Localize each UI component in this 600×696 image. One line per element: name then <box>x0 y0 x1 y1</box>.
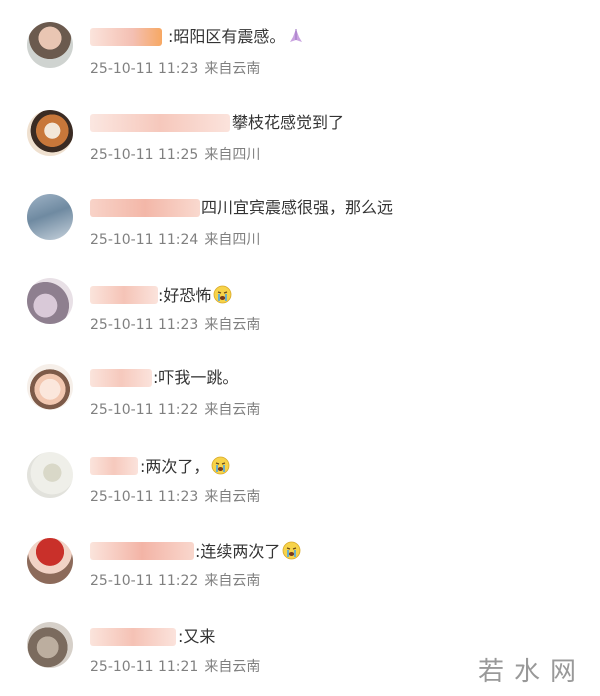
avatar[interactable] <box>27 194 73 240</box>
comment-meta: 25-10-11 11:23 来自云南 <box>90 60 260 78</box>
comment-text: :昭阳区有震感。 <box>168 27 305 50</box>
avatar[interactable] <box>27 110 73 156</box>
username-blurred[interactable] <box>90 286 158 304</box>
comment-location: 来自云南 <box>204 489 261 505</box>
comment-item: 攀枝花感觉到了 25-10-11 11:25 来自四川 <box>0 84 600 168</box>
comment-location: 来自云南 <box>204 659 261 675</box>
comment-location: 来自云南 <box>204 61 261 77</box>
comment-time: 25-10-11 11:22 <box>90 402 199 418</box>
comment-time: 25-10-11 11:23 <box>90 61 199 77</box>
comment-text: :又来 <box>178 627 216 646</box>
comment-time: 25-10-11 11:23 <box>90 317 199 333</box>
username-blurred[interactable] <box>90 199 200 217</box>
comment-item: :昭阳区有震感。 25-10-11 11:23 来自云南 <box>0 0 600 84</box>
comment-meta: 25-10-11 11:23 来自云南 <box>90 316 260 334</box>
comment-time: 25-10-11 11:25 <box>90 147 199 163</box>
username-blurred[interactable] <box>90 369 152 387</box>
comment-location: 来自云南 <box>204 573 261 589</box>
comment-text: 四川宜宾震感很强，那么远 <box>201 198 394 217</box>
comment-text: :两次了， <box>140 456 230 480</box>
comment-meta: 25-10-11 11:24 来自四川 <box>90 231 260 249</box>
avatar[interactable] <box>27 22 73 68</box>
username-blurred[interactable] <box>90 542 194 560</box>
avatar[interactable] <box>27 452 73 498</box>
comment-item: :吓我一跳。 25-10-11 11:22 来自云南 <box>0 336 600 420</box>
comment-location: 来自四川 <box>204 147 261 163</box>
username-blurred[interactable] <box>90 28 162 46</box>
avatar[interactable] <box>27 364 73 410</box>
comment-meta: 25-10-11 11:21 来自云南 <box>90 658 260 676</box>
comment-location: 来自云南 <box>204 402 261 418</box>
crying-face-icon <box>213 285 232 309</box>
username-blurred[interactable] <box>90 628 176 646</box>
praying-hands-icon <box>287 27 305 50</box>
avatar[interactable] <box>27 278 73 324</box>
comment-location: 来自四川 <box>204 232 261 248</box>
comment-item: :好恐怖 25-10-11 11:23 来自云南 <box>0 252 600 336</box>
crying-face-icon <box>211 456 230 480</box>
comment-time: 25-10-11 11:24 <box>90 232 199 248</box>
username-blurred[interactable] <box>90 457 138 475</box>
comment-time: 25-10-11 11:23 <box>90 489 199 505</box>
watermark: 若水网 <box>477 657 586 687</box>
comment-item: 四川宜宾震感很强，那么远 25-10-11 11:24 来自四川 <box>0 168 600 252</box>
comment-time: 25-10-11 11:21 <box>90 659 199 675</box>
comment-meta: 25-10-11 11:25 来自四川 <box>90 146 260 164</box>
comment-time: 25-10-11 11:22 <box>90 573 199 589</box>
username-blurred[interactable] <box>90 114 230 132</box>
comment-item: :连续两次了 25-10-11 11:22 来自云南 <box>0 504 600 589</box>
crying-face-icon <box>282 541 301 565</box>
comment-meta: 25-10-11 11:22 来自云南 <box>90 401 260 419</box>
comment-text: :好恐怖 <box>158 285 232 309</box>
avatar[interactable] <box>27 622 73 668</box>
comment-text: :连续两次了 <box>195 541 301 565</box>
comment-text: :吓我一跳。 <box>153 368 239 387</box>
comment-location: 来自云南 <box>204 317 261 333</box>
avatar[interactable] <box>27 538 73 584</box>
comment-item: :两次了， 25-10-11 11:23 来自云南 <box>0 420 600 505</box>
comment-text: 攀枝花感觉到了 <box>232 113 345 132</box>
